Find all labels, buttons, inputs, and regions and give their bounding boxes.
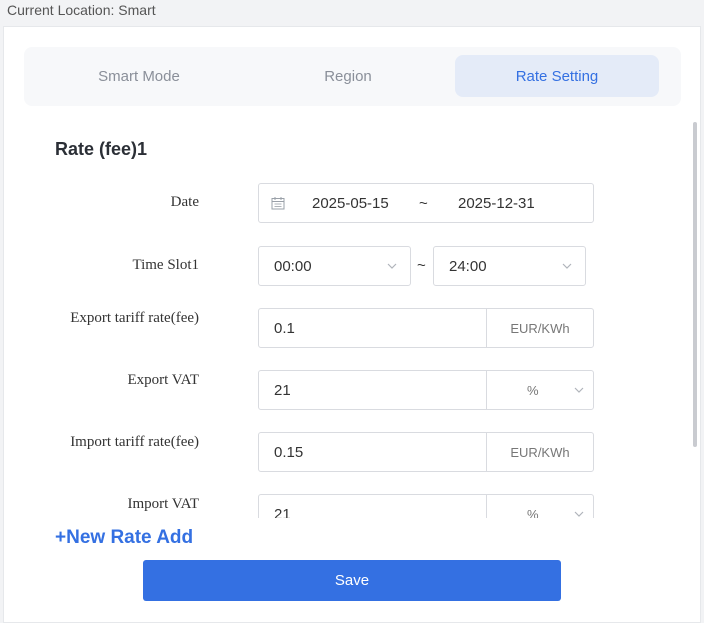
time-slot-start-value: 00:00 bbox=[274, 257, 312, 275]
import-vat-unit-select[interactable]: % bbox=[487, 495, 593, 518]
import-vat-field: 21 % bbox=[258, 494, 594, 518]
date-start-value: 2025-05-15 bbox=[312, 195, 389, 212]
export-vat-label: Export VAT bbox=[127, 372, 199, 388]
export-tariff-label: Export tariff rate(fee) bbox=[70, 310, 199, 326]
date-range-picker[interactable]: 2025-05-15 ~ 2025-12-31 bbox=[258, 183, 594, 223]
export-vat-unit: % bbox=[527, 382, 539, 398]
calendar-icon bbox=[271, 197, 285, 210]
time-slot-separator: ~ bbox=[417, 257, 426, 274]
export-tariff-field: 0.1 EUR/KWh bbox=[258, 308, 594, 348]
tab-region[interactable]: Region bbox=[246, 55, 450, 97]
tab-bar: Smart Mode Region Rate Setting bbox=[24, 47, 681, 106]
tab-smart-mode[interactable]: Smart Mode bbox=[37, 55, 241, 97]
export-tariff-input[interactable]: 0.1 bbox=[259, 309, 487, 347]
time-slot-label: Time Slot1 bbox=[132, 257, 199, 273]
import-tariff-unit: EUR/KWh bbox=[510, 444, 570, 460]
time-slot-end-value: 24:00 bbox=[449, 257, 487, 275]
chevron-down-icon bbox=[574, 387, 584, 393]
export-vat-unit-select[interactable]: % bbox=[487, 371, 593, 409]
date-label: Date bbox=[170, 194, 199, 210]
export-vat-field: 21 % bbox=[258, 370, 594, 410]
new-rate-add-link[interactable]: +New Rate Add bbox=[55, 527, 193, 549]
rate-form: Rate (fee)1 Date 2025-05-15 ~ 2025-12-31… bbox=[4, 122, 690, 518]
date-separator: ~ bbox=[419, 195, 428, 212]
chevron-down-icon bbox=[574, 511, 584, 517]
import-vat-unit: % bbox=[527, 506, 539, 519]
import-tariff-label: Import tariff rate(fee) bbox=[70, 434, 199, 450]
main-panel: Smart Mode Region Rate Setting Rate (fee… bbox=[3, 26, 701, 623]
import-tariff-field: 0.15 EUR/KWh bbox=[258, 432, 594, 472]
export-tariff-unit: EUR/KWh bbox=[510, 320, 570, 336]
time-slot-start-select[interactable]: 00:00 bbox=[258, 246, 411, 286]
import-vat-label: Import VAT bbox=[127, 496, 199, 512]
time-slot-end-select[interactable]: 24:00 bbox=[433, 246, 586, 286]
save-button[interactable]: Save bbox=[143, 560, 561, 601]
chevron-down-icon bbox=[387, 263, 397, 269]
import-tariff-input[interactable]: 0.15 bbox=[259, 433, 487, 471]
import-vat-input[interactable]: 21 bbox=[259, 495, 487, 518]
scrollbar[interactable] bbox=[693, 122, 697, 447]
current-location: Current Location: Smart bbox=[7, 2, 156, 18]
chevron-down-icon bbox=[562, 263, 572, 269]
tab-rate-setting[interactable]: Rate Setting bbox=[455, 55, 659, 97]
date-end-value: 2025-12-31 bbox=[458, 195, 535, 212]
export-vat-input[interactable]: 21 bbox=[259, 371, 487, 409]
section-title: Rate (fee)1 bbox=[55, 139, 148, 159]
